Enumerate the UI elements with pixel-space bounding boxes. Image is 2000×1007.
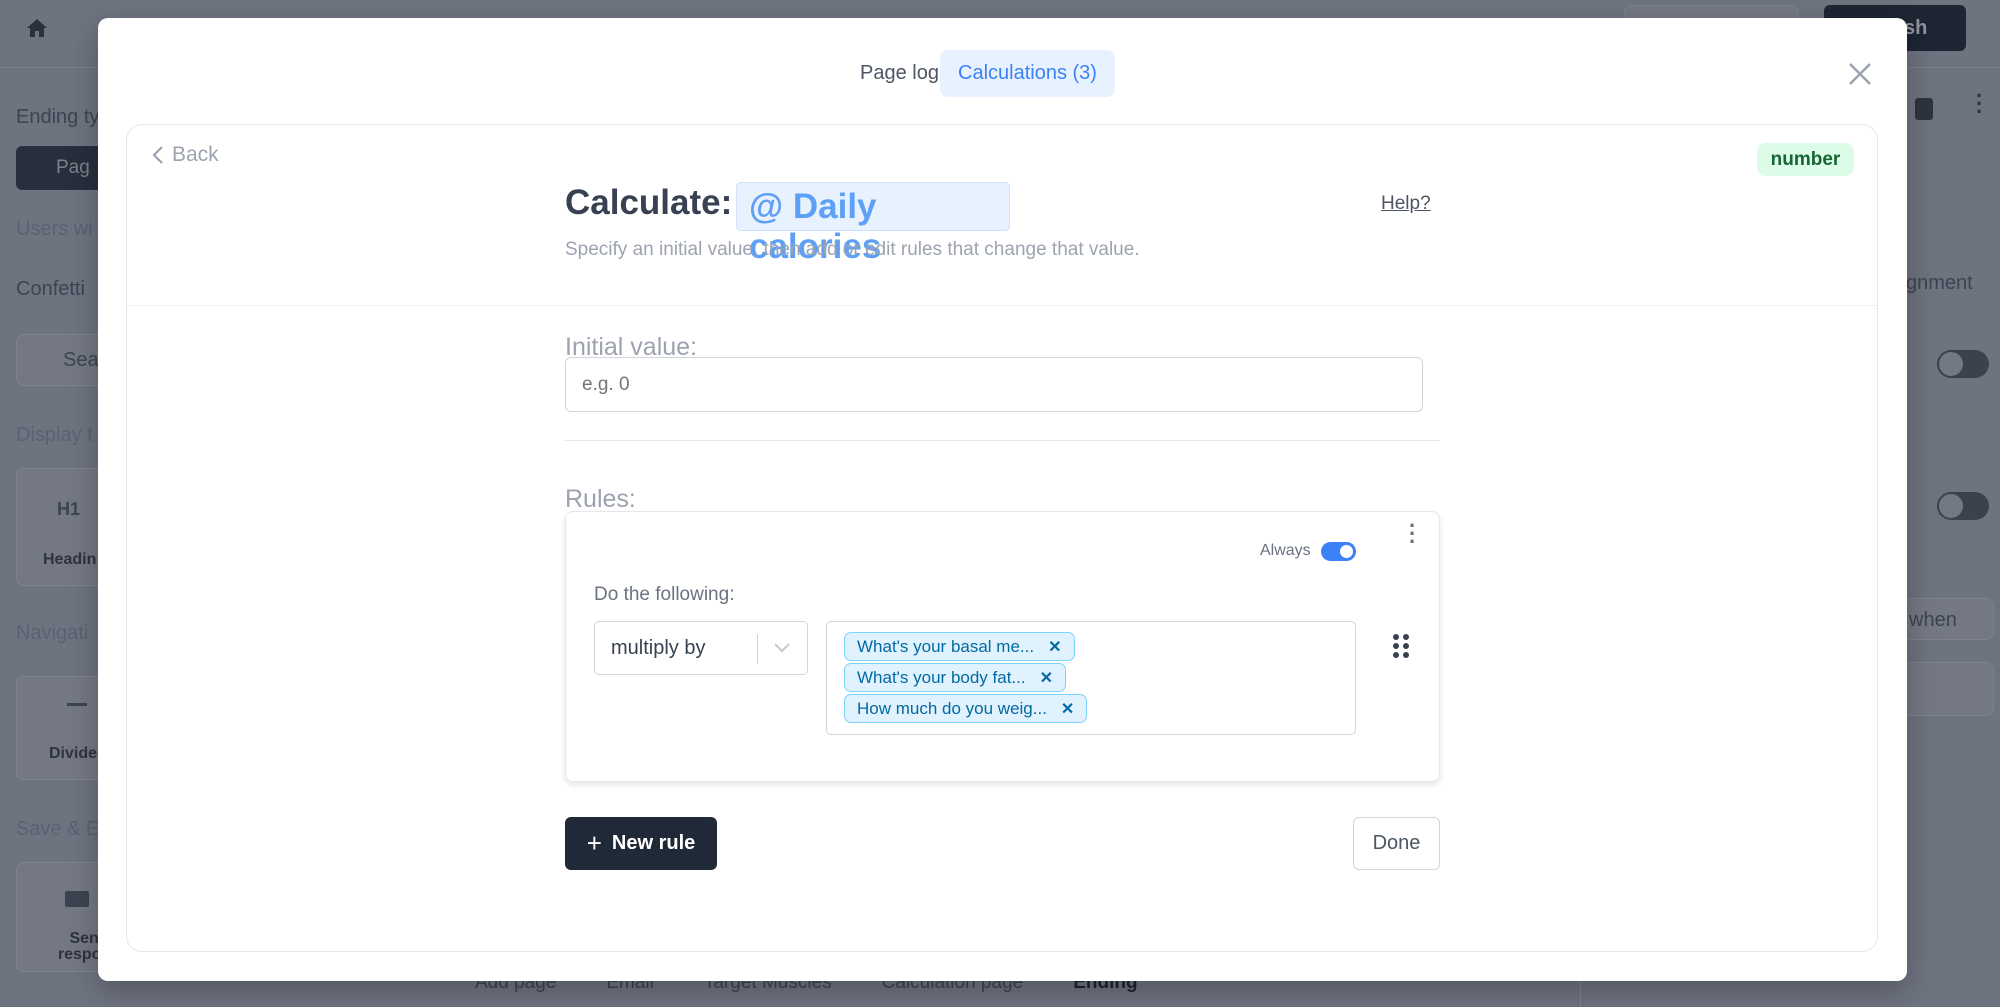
back-button[interactable]: Back: [152, 143, 219, 167]
do-following-label: Do the following:: [594, 584, 735, 605]
divider-label: Divide: [49, 745, 98, 762]
always-label: Always: [1260, 542, 1311, 559]
calculations-modal: Page logic Calculations (3) Back number …: [98, 18, 1907, 981]
operand-label: What's your basal me...: [857, 636, 1035, 656]
chevron-down-icon: [774, 643, 790, 653]
select-separator: [757, 634, 758, 664]
operation-select[interactable]: multiply by: [594, 621, 808, 675]
display-text-label: Display t: [16, 424, 93, 446]
remove-icon[interactable]: ✕: [1048, 637, 1061, 657]
document-icon[interactable]: [1905, 92, 1943, 126]
initial-value-input[interactable]: [565, 357, 1423, 412]
divider-icon: [67, 703, 87, 706]
drag-handle-icon[interactable]: [1392, 633, 1410, 659]
when-label: when: [1909, 609, 1957, 631]
rule-card: Always · · · Do the following: multiply by…: [565, 511, 1440, 782]
done-button[interactable]: Done: [1353, 817, 1440, 870]
toggle-2[interactable]: [1937, 492, 1989, 520]
remove-icon[interactable]: ✕: [1061, 699, 1074, 719]
new-rule-button[interactable]: + New rule: [565, 817, 717, 870]
ending-type-label: Ending ty: [16, 106, 100, 128]
back-label: Back: [172, 143, 219, 166]
search-placeholder: Sea: [63, 349, 99, 371]
envelope-icon: [65, 891, 89, 907]
operation-value: multiply by: [611, 637, 706, 659]
operand-tag: What's your body fat... ✕: [844, 663, 1067, 692]
operand-label: What's your body fat...: [857, 667, 1026, 687]
operands-input[interactable]: What's your basal me... ✕ What's your bod…: [826, 621, 1356, 735]
heading-icon: H1: [57, 499, 81, 519]
home-icon[interactable]: [26, 18, 48, 38]
rules-label: Rules:: [565, 485, 636, 513]
header-divider: [127, 305, 1877, 306]
type-badge: number: [1757, 143, 1854, 176]
confetti-label: Confetti: [16, 278, 85, 300]
operand-tag: What's your basal me... ✕: [844, 632, 1075, 661]
save-exit-label: Save & E: [16, 818, 100, 840]
operand-tag: How much do you weig... ✕: [844, 694, 1088, 723]
new-rule-label: New rule: [611, 832, 696, 854]
help-link[interactable]: Help?: [1381, 193, 1431, 215]
navigation-label: Navigati: [16, 622, 89, 644]
variable-token[interactable]: @ Daily calories: [736, 182, 1010, 266]
subtitle: Specify an initial value, then add or ed…: [565, 239, 1140, 260]
calculate-title: Calculate:: [565, 183, 733, 222]
always-toggle[interactable]: [1321, 542, 1356, 561]
tab-calculations[interactable]: Calculations (3): [940, 50, 1115, 97]
more-icon[interactable]: · · ·: [1976, 85, 1983, 123]
users-with-label: Users wi: [16, 218, 93, 240]
remove-icon[interactable]: ✕: [1040, 668, 1053, 688]
plus-icon: +: [586, 828, 602, 858]
close-icon[interactable]: [1848, 62, 1872, 91]
operand-label: How much do you weig...: [857, 698, 1047, 718]
calculation-editor: Back number Calculate: @ Daily calories …: [126, 124, 1878, 952]
heading-label: Headin: [43, 551, 97, 568]
toggle-1[interactable]: [1937, 350, 1989, 378]
alignment-label: gnment: [1906, 272, 1973, 294]
chevron-left-icon: [152, 146, 163, 164]
rule-menu-icon[interactable]: · · ·: [1409, 515, 1416, 553]
section-divider: [565, 440, 1440, 441]
